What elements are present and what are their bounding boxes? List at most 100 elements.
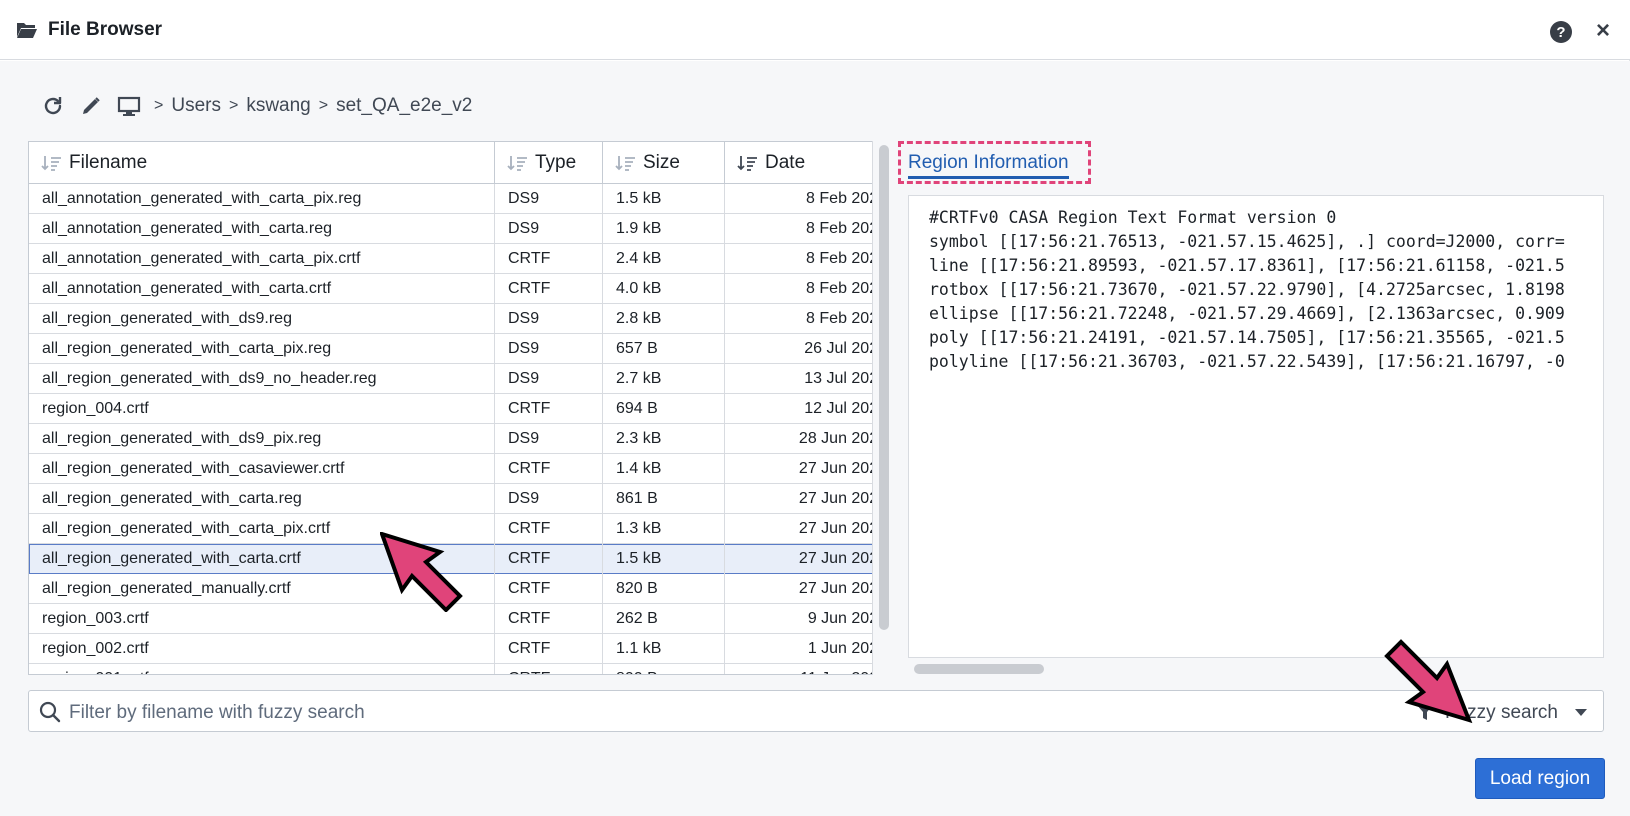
refresh-icon[interactable] [40, 93, 66, 119]
cell-type: DS9 [495, 484, 603, 514]
chevron-down-icon[interactable] [1575, 709, 1587, 716]
cell-date: 28 Jun 2022 [725, 424, 893, 454]
column-header-type[interactable]: Type [495, 142, 603, 184]
cell-size: 2.7 kB [603, 364, 725, 394]
table-row[interactable]: region_002.crtf CRTF 1.1 kB 1 Jun 2022 [29, 634, 893, 664]
table-row[interactable]: region_004.crtf CRTF 694 B 12 Jul 2022 [29, 394, 893, 424]
cell-type: DS9 [495, 334, 603, 364]
cell-type: DS9 [495, 184, 603, 214]
cell-filename: all_region_generated_with_ds9_pix.reg [29, 424, 495, 454]
cell-filename: all_region_generated_with_ds9.reg [29, 304, 495, 334]
table-row[interactable]: all_region_generated_with_ds9_no_header.… [29, 364, 893, 394]
cell-date: 9 Jun 2022 [725, 604, 893, 634]
cell-size: 262 B [603, 604, 725, 634]
cell-size: 4.0 kB [603, 274, 725, 304]
file-toolbar: > Users > kswang > set_QA_e2e_v2 [40, 91, 480, 121]
cell-date: 27 Jun 2022 [725, 454, 893, 484]
breadcrumb-users[interactable]: Users [171, 95, 221, 117]
region-info-line: line [[17:56:21.89593, -021.57.17.8361],… [929, 256, 1565, 275]
cell-filename: region_002.crtf [29, 634, 495, 664]
region-info-line: poly [[17:56:21.24191, -021.57.14.7505],… [929, 328, 1565, 347]
region-info-line: polyline [[17:56:21.36703, -021.57.22.54… [929, 352, 1565, 371]
region-info-line: rotbox [[17:56:21.73670, -021.57.22.9790… [929, 280, 1565, 299]
table-row[interactable]: all_annotation_generated_with_carta_pix.… [29, 184, 893, 214]
cell-date: 11 Jan 2022 [725, 664, 893, 674]
annotation-arrow-icon [380, 532, 463, 612]
column-header-label: Size [643, 152, 680, 173]
cell-filename: all_annotation_generated_with_carta.crtf [29, 274, 495, 304]
cell-type: CRTF [495, 244, 603, 274]
annotation-highlight-box [898, 141, 1091, 184]
table-row[interactable]: all_annotation_generated_with_carta_pix.… [29, 244, 893, 274]
cell-filename: all_region_generated_with_ds9_no_header.… [29, 364, 495, 394]
cell-filename: all_region_generated_with_carta_pix.reg [29, 334, 495, 364]
cell-size: 1.5 kB [603, 184, 725, 214]
cell-size: 1.4 kB [603, 454, 725, 484]
cell-date: 26 Jul 2022 [725, 334, 893, 364]
cell-date: 27 Jun 2022 [725, 574, 893, 604]
desktop-icon[interactable] [116, 93, 142, 119]
cell-size: 2.3 kB [603, 424, 725, 454]
table-row[interactable]: all_region_generated_with_casaviewer.crt… [29, 454, 893, 484]
table-row[interactable]: all_annotation_generated_with_carta.crtf… [29, 274, 893, 304]
cell-date: 27 Jun 2022 [725, 514, 893, 544]
cell-filename: all_region_generated_with_casaviewer.crt… [29, 454, 495, 484]
column-header-filename[interactable]: Filename [29, 142, 495, 184]
region-info-line: #CRTFv0 CASA Region Text Format version … [929, 208, 1337, 227]
cell-type: CRTF [495, 394, 603, 424]
cell-date: 27 Jun 2022 [725, 544, 893, 574]
load-region-button[interactable]: Load region [1475, 758, 1605, 799]
question-circle-icon[interactable]: ? [1549, 20, 1573, 44]
cell-date: 8 Feb 2023 [725, 184, 893, 214]
cell-filename: all_annotation_generated_with_carta.reg [29, 214, 495, 244]
svg-text:?: ? [1556, 24, 1565, 41]
breadcrumb-separator: > [228, 97, 239, 114]
search-icon [39, 701, 61, 723]
sort-icon [615, 156, 635, 171]
column-header-date[interactable]: Date [725, 142, 893, 184]
table-header: Filename Type Size Date [29, 142, 893, 184]
column-header-label: Type [535, 152, 577, 173]
cell-date: 1 Jun 2022 [725, 634, 893, 664]
cell-type: CRTF [495, 604, 603, 634]
table-row[interactable]: all_region_generated_with_carta_pix.reg D… [29, 334, 893, 364]
table-row[interactable]: all_region_generated_with_ds9_pix.reg DS9… [29, 424, 893, 454]
cell-size: 820 B [603, 574, 725, 604]
cell-date: 8 Feb 2023 [725, 304, 893, 334]
table-row[interactable]: all_annotation_generated_with_carta.reg D… [29, 214, 893, 244]
close-button[interactable]: × [1592, 19, 1614, 43]
table-row[interactable]: all_region_generated_with_ds9.reg DS9 2.8 … [29, 304, 893, 334]
cell-size: 657 B [603, 334, 725, 364]
table-row[interactable]: region_001.crtfCRTF800 B11 Jan 2022 [29, 664, 893, 674]
breadcrumb-kswang[interactable]: kswang [246, 95, 310, 117]
file-browser-dialog: File Browser ? × > Users > kswang > set_… [0, 0, 1630, 816]
cell-date: 8 Feb 2023 [725, 214, 893, 244]
filter-input[interactable]: Filter by filename with fuzzy search [69, 702, 365, 724]
folder-open-icon [17, 23, 37, 38]
column-header-label: Date [765, 152, 806, 173]
cell-date: 13 Jul 2022 [725, 364, 893, 394]
cell-type: CRTF [495, 544, 603, 574]
dialog-title: File Browser [48, 19, 163, 40]
breadcrumb-current-folder[interactable]: set_QA_e2e_v2 [336, 95, 472, 117]
column-header-size[interactable]: Size [603, 142, 725, 184]
table-row[interactable]: all_region_generated_with_carta.reg DS9 86… [29, 484, 893, 514]
cell-type: DS9 [495, 214, 603, 244]
cell-filename: region_004.crtf [29, 394, 495, 424]
horizontal-scrollbar[interactable] [914, 664, 1044, 674]
sort-icon [507, 156, 527, 171]
dialog-header: File Browser ? × [0, 0, 1630, 60]
column-header-label: Filename [69, 152, 148, 173]
edit-icon[interactable] [78, 93, 104, 119]
cell-date: 8 Feb 2023 [725, 274, 893, 304]
vertical-scrollbar[interactable] [879, 145, 889, 630]
cell-filename: all_region_generated_with_carta.reg [29, 484, 495, 514]
cell-filename: all_annotation_generated_with_carta_pix.… [29, 244, 495, 274]
cell-date: 27 Jun 2022 [725, 484, 893, 514]
cell-size: 694 B [603, 394, 725, 424]
sort-icon [41, 156, 61, 171]
filter-bar: Filter by filename with fuzzy search Fuz… [28, 690, 1604, 732]
region-info-line: ellipse [[17:56:21.72248, -021.57.29.466… [929, 304, 1565, 323]
breadcrumb-separator: > [318, 97, 329, 114]
cell-size: 1.1 kB [603, 634, 725, 664]
